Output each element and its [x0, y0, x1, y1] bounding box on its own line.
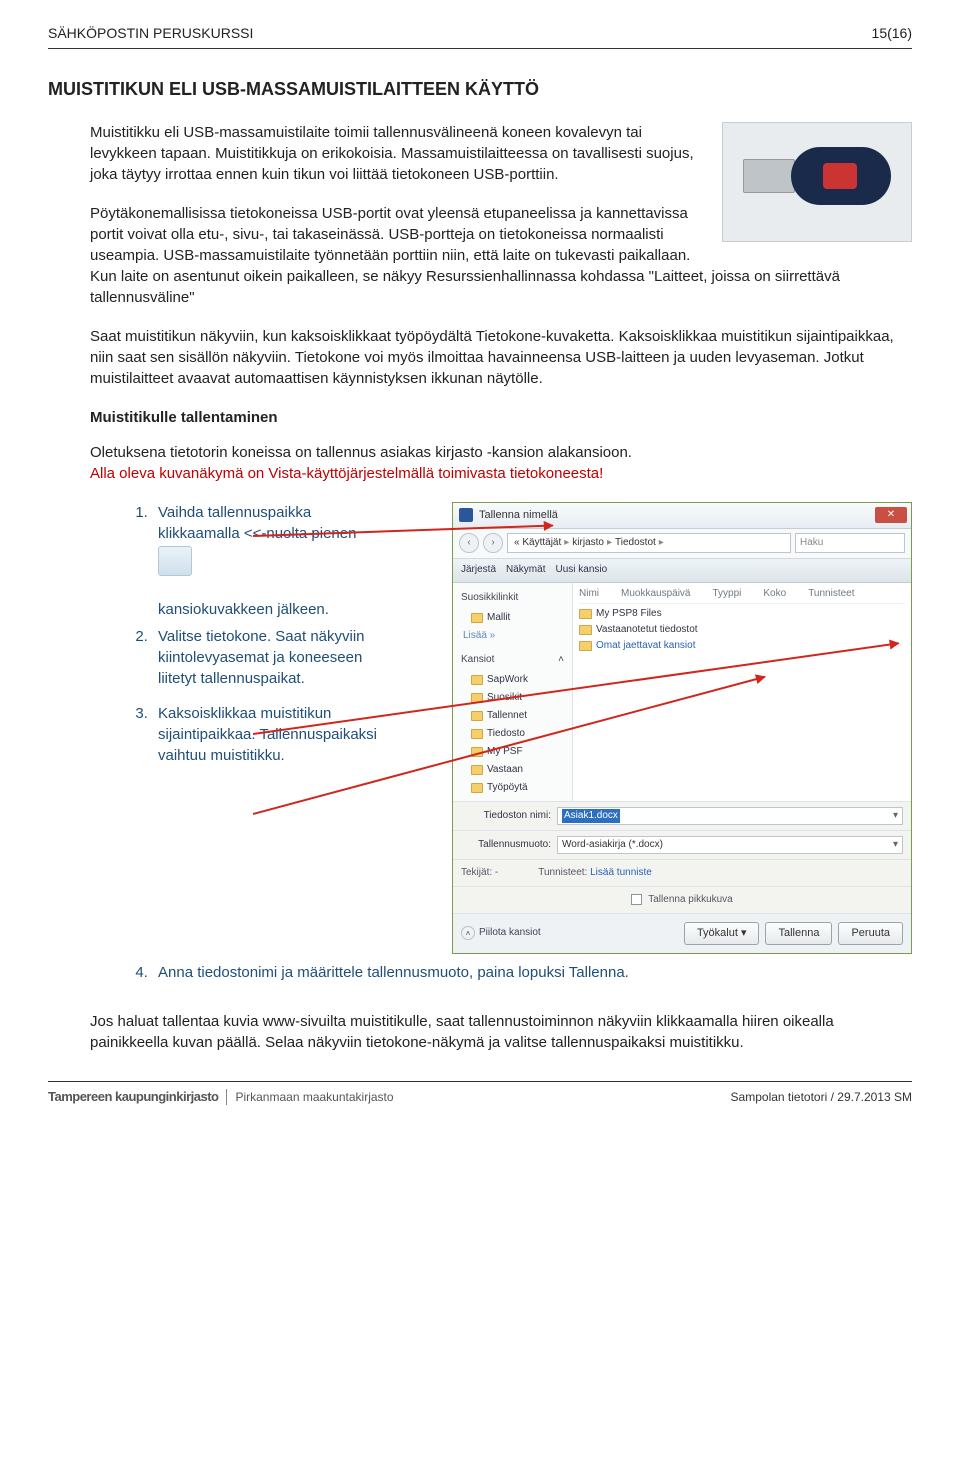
- meta-row: Tekijät: - Tunnisteet: Lisää tunniste: [453, 859, 911, 886]
- dialog-toolbar: Järjestä Näkymät Uusi kansio: [453, 559, 911, 583]
- col-size[interactable]: Koko: [763, 587, 786, 601]
- closing-paragraph: Jos haluat tallentaa kuvia www-sivuilta …: [90, 1011, 912, 1053]
- save-as-dialog: Tallenna nimellä ✕ ‹ › « Käyttäjät▸ kirj…: [452, 502, 912, 954]
- folder-icon: [471, 675, 483, 685]
- subheading-save: Muistitikulle tallentaminen: [90, 407, 912, 428]
- folder-icon: [579, 641, 592, 651]
- col-date[interactable]: Muokkauspäivä: [621, 587, 690, 601]
- side-item-0[interactable]: SapWork: [453, 671, 572, 689]
- nav-back-icon[interactable]: ‹: [459, 533, 479, 553]
- list-item[interactable]: Omat jaettavat kansiot: [579, 638, 905, 654]
- thumb-checkbox[interactable]: [631, 894, 642, 905]
- toolbar-new-folder[interactable]: Uusi kansio: [555, 563, 607, 577]
- side-head-fav: Suosikkilinkit: [453, 587, 572, 609]
- hide-folders-button[interactable]: ˄ Piilota kansiot: [461, 926, 541, 940]
- folder-icon: [579, 609, 592, 619]
- chevron-up-icon: ˄: [461, 926, 475, 940]
- breadcrumb[interactable]: « Käyttäjät▸ kirjasto▸ Tiedostot▸: [507, 533, 791, 553]
- meta-authors: Tekijät: -: [461, 866, 498, 880]
- toolbar-views[interactable]: Näkymät: [506, 563, 545, 577]
- page-title: MUISTITIKUN ELI USB-MASSAMUISTILAITTEEN …: [48, 77, 912, 102]
- footer-logo-2: Pirkanmaan maakuntakirjasto: [235, 1089, 393, 1106]
- page-footer: Tampereen kaupunginkirjasto Pirkanmaan m…: [48, 1088, 912, 1106]
- side-item-5[interactable]: Vastaan: [453, 761, 572, 779]
- folder-icon: [471, 765, 483, 775]
- dialog-nav: ‹ › « Käyttäjät▸ kirjasto▸ Tiedostot▸ Ha…: [453, 529, 911, 559]
- rule-top: [48, 48, 912, 49]
- step-4-text: Anna tiedostonimi ja määrittele tallennu…: [158, 964, 629, 981]
- footer-sep: [226, 1089, 227, 1105]
- side-item-2[interactable]: Tallennet: [453, 707, 572, 725]
- usb-emblem-icon: [823, 163, 857, 189]
- filename-field[interactable]: Asiak1.docx: [557, 807, 903, 825]
- vista-note: Alla oleva kuvanäkymä on Vista-käyttöjär…: [90, 463, 912, 484]
- footer-logo-1: Tampereen kaupunginkirjasto: [48, 1088, 218, 1106]
- toolbar-organize[interactable]: Järjestä: [461, 563, 496, 577]
- list-item[interactable]: My PSP8 Files: [579, 606, 905, 622]
- folder-icon: [471, 711, 483, 721]
- step-3-text: Kaksoisklikkaa muistitikun sijaintipaikk…: [158, 703, 378, 766]
- usb-stick-photo: [722, 122, 912, 242]
- filetype-value: Word-asiakirja (*.docx): [562, 838, 663, 852]
- default-save-paragraph: Oletuksena tietotorin koneissa on tallen…: [90, 442, 912, 463]
- tools-button[interactable]: Työkalut: [684, 922, 760, 945]
- filename-label: Tiedoston nimi:: [461, 809, 551, 823]
- crumb-2[interactable]: Tiedostot: [615, 536, 656, 550]
- side-more-link[interactable]: Lisää »: [453, 627, 572, 645]
- list-item[interactable]: Vastaanotetut tiedostot: [579, 622, 905, 638]
- cancel-button[interactable]: Peruuta: [838, 922, 903, 945]
- col-type[interactable]: Tyyppi: [712, 587, 741, 601]
- step-2-text: Valitse tietokone. Saat näkyviin kiintol…: [158, 626, 378, 689]
- thumb-label: Tallenna pikkukuva: [648, 893, 733, 907]
- search-input[interactable]: Haku: [795, 533, 905, 553]
- folder-thumbnail-icon: [158, 546, 192, 576]
- doc-header-left: SÄHKÖPOSTIN PERUSKURSSI: [48, 24, 253, 44]
- folder-icon: [471, 729, 483, 739]
- intro-paragraph-3: Saat muistitikun näkyviin, kun kaksoiskl…: [90, 326, 912, 389]
- doc-header-right: 15(16): [872, 24, 912, 44]
- filetype-field[interactable]: Word-asiakirja (*.docx): [557, 836, 903, 854]
- filename-row: Tiedoston nimi: Asiak1.docx: [453, 801, 911, 830]
- rule-bottom: [48, 1081, 912, 1082]
- close-icon[interactable]: ✕: [875, 507, 907, 523]
- list-columns: Nimi Muokkauspäivä Tyyppi Koko Tunnistee…: [579, 587, 905, 604]
- side-item-templates[interactable]: Mallit: [453, 609, 572, 627]
- save-button[interactable]: Tallenna: [765, 922, 832, 945]
- folder-icon: [471, 783, 483, 793]
- filetype-row: Tallennusmuoto: Word-asiakirja (*.docx): [453, 830, 911, 859]
- dialog-file-list: Nimi Muokkauspäivä Tyyppi Koko Tunnistee…: [573, 583, 911, 801]
- folder-icon: [579, 625, 592, 635]
- nav-fwd-icon[interactable]: ›: [483, 533, 503, 553]
- col-tags[interactable]: Tunnisteet: [808, 587, 854, 601]
- side-item-6[interactable]: Työpöytä: [453, 779, 572, 797]
- meta-tags-link[interactable]: Lisää tunniste: [590, 867, 652, 878]
- crumb-1[interactable]: kirjasto: [572, 536, 604, 550]
- meta-tags-label: Tunnisteet:: [538, 867, 587, 878]
- filename-value: Asiak1.docx: [562, 809, 620, 823]
- step-1-text-b: kansiokuvakkeen jälkeen.: [158, 601, 329, 618]
- col-name[interactable]: Nimi: [579, 587, 599, 601]
- dialog-bottom: ˄ Piilota kansiot Työkalut Tallenna Peru…: [453, 913, 911, 953]
- word-icon: [459, 508, 473, 522]
- footer-right: Sampolan tietotori / 29.7.2013 SM: [731, 1089, 912, 1106]
- thumb-row: Tallenna pikkukuva: [453, 886, 911, 913]
- side-head-folders: Kansiot ˄: [453, 649, 572, 671]
- crumb-0[interactable]: « Käyttäjät: [514, 536, 561, 550]
- folder-icon: [471, 613, 483, 623]
- search-placeholder: Haku: [800, 536, 823, 550]
- filetype-label: Tallennusmuoto:: [461, 838, 551, 852]
